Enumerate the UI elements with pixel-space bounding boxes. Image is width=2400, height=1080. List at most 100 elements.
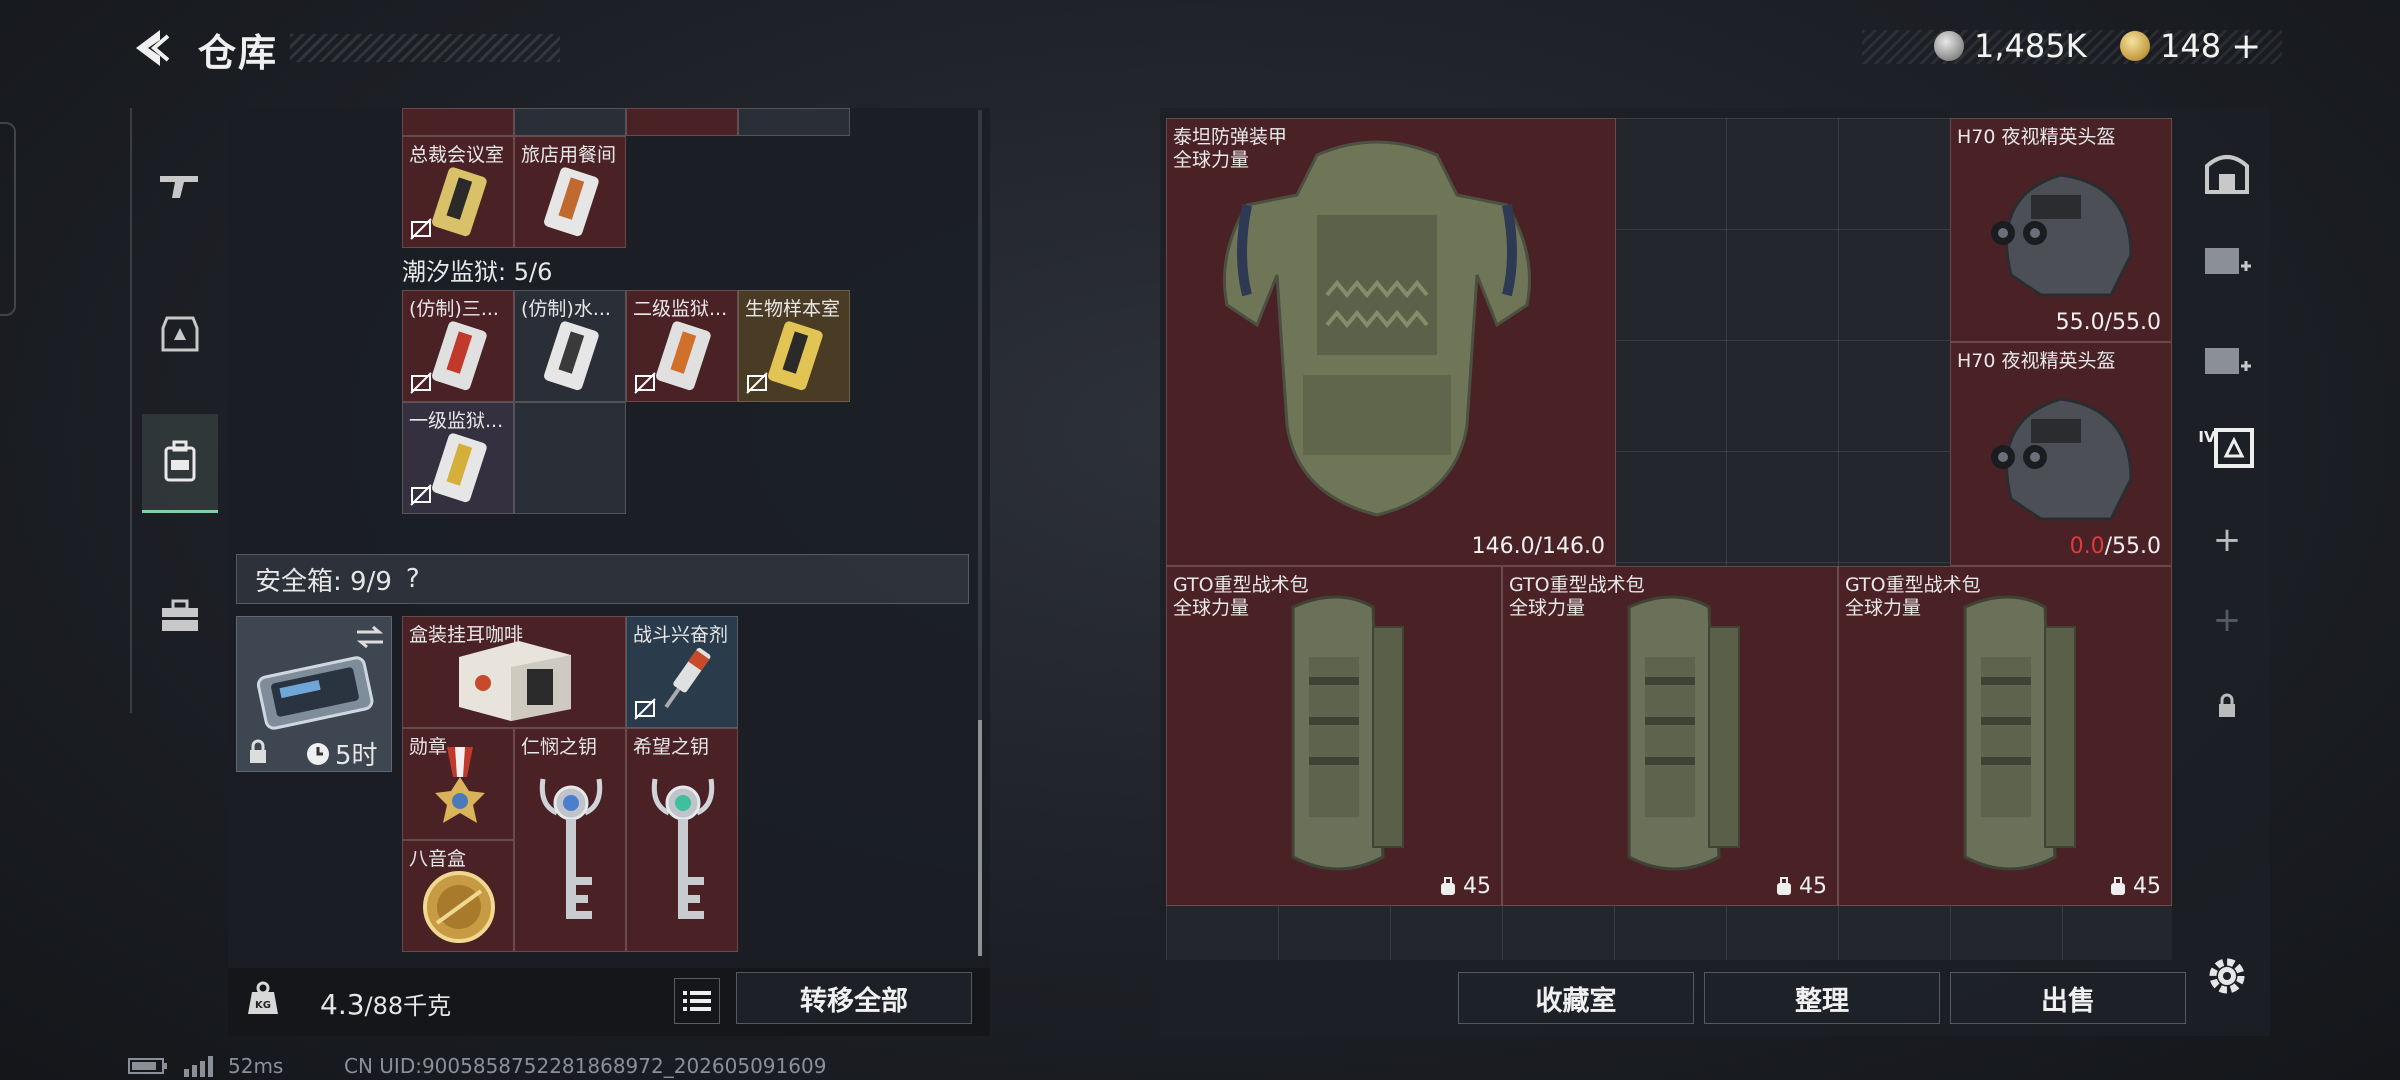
item-name: 战斗兴奋剂 xyxy=(633,624,729,646)
safebox-label: 安全箱: 9/9 xyxy=(255,566,392,597)
armor-item[interactable]: 泰坦防弹装甲 全球力量 146.0/146.0 xyxy=(1166,118,1616,566)
inventory-scrollbar-thumb[interactable] xyxy=(978,720,982,956)
ping-value: 52ms xyxy=(228,1054,284,1078)
key-item[interactable]: 仁悯之钥 xyxy=(514,728,626,952)
bag-capacity-icon xyxy=(2111,876,2125,895)
settings-button[interactable] xyxy=(2190,936,2264,1016)
item-name: H70 夜视精英头盔 xyxy=(1957,350,2116,372)
medal-item[interactable]: 勋章 xyxy=(402,728,514,840)
keycard-item[interactable]: (仿制)水... xyxy=(514,290,626,402)
bag-capacity-value: 45 xyxy=(2133,874,2161,899)
item-name: 希望之钥 xyxy=(633,736,710,758)
signal-icon xyxy=(184,1056,213,1077)
gold-amount: 148 xyxy=(2160,27,2222,65)
lock-icon xyxy=(250,739,266,763)
page-title: 仓库 xyxy=(198,31,279,75)
no-trade-icon xyxy=(746,372,768,394)
item-name: H70 夜视精英头盔 xyxy=(1957,126,2116,148)
tab-armor[interactable] xyxy=(142,286,218,382)
backpack-item[interactable]: GTO重型战术包 全球力量 45 xyxy=(1838,566,2172,906)
safebox-container[interactable]: 5时 xyxy=(236,616,392,772)
armor-durability: 146.0/146.0 xyxy=(1471,534,1605,559)
collection-room-button[interactable]: 收藏室 xyxy=(1458,972,1694,1024)
gun-icon xyxy=(160,176,198,198)
tab-backpack[interactable] xyxy=(142,414,218,513)
keycard-item[interactable]: (仿制)三... xyxy=(402,290,514,402)
keycard-item[interactable]: 旅店用餐间 xyxy=(514,136,626,248)
tactical-backpack-icon xyxy=(1963,595,2076,871)
helmet-item[interactable]: H70 夜视精英头盔 55.0/55.0 xyxy=(1950,118,2172,342)
keycard-icon xyxy=(432,321,487,391)
storage-tool-column: IV + + xyxy=(2190,118,2264,1018)
gear-icon xyxy=(2209,958,2245,994)
item-name: 一级监狱... xyxy=(409,410,504,432)
vault-icon xyxy=(2205,155,2249,194)
safebox-tier-icon xyxy=(2213,428,2254,468)
add-gold-button[interactable]: + xyxy=(2231,26,2261,67)
backpack-item[interactable]: GTO重型战术包 全球力量 45 xyxy=(1166,566,1502,906)
transfer-all-button[interactable]: 转移全部 xyxy=(736,972,972,1024)
helmet-item[interactable]: H70 夜视精英头盔 0.0/55.0 xyxy=(1950,342,2172,566)
section-label-tidal-prison: 潮汐监狱: 5/6 xyxy=(402,258,553,286)
item-cell-clipped[interactable] xyxy=(738,108,850,136)
item-cell-clipped[interactable] xyxy=(626,108,738,136)
sell-button[interactable]: 出售 xyxy=(1950,972,2186,1024)
expand-storage-button[interactable] xyxy=(2190,218,2264,298)
status-bar: 52ms xyxy=(128,1054,283,1078)
tab-misc[interactable] xyxy=(142,568,218,664)
item-faction: 全球力量 xyxy=(1845,597,1922,619)
storage-overview-button[interactable] xyxy=(2190,134,2264,214)
no-trade-icon xyxy=(410,218,432,240)
item-cell-clipped[interactable] xyxy=(514,108,626,136)
gold-currency[interactable]: 148 + xyxy=(2120,24,2261,68)
keycard-icon xyxy=(544,167,599,237)
keycard-icon xyxy=(432,433,487,503)
expand-storage-button[interactable] xyxy=(2190,318,2264,398)
safebox-tier-button[interactable]: IV xyxy=(2190,408,2264,488)
back-button[interactable] xyxy=(128,26,172,70)
keycard-item[interactable]: 一级监狱... xyxy=(402,402,514,514)
body-armor-icon xyxy=(1223,140,1531,517)
helmet-durability-max: /55.0 xyxy=(2104,534,2161,559)
helmet-durability: 55.0/55.0 xyxy=(2055,310,2161,335)
tab-weapons[interactable] xyxy=(142,138,218,234)
keycard-item[interactable]: 总裁会议室 xyxy=(402,136,514,248)
night-vision-helmet-icon xyxy=(1991,173,2133,297)
bag-capacity-value: 45 xyxy=(1463,874,1491,899)
swap-icon xyxy=(356,625,384,649)
bag-capacity: 45 xyxy=(1775,874,1827,899)
silver-currency: 1,485K xyxy=(1934,24,2087,68)
silver-coin-icon xyxy=(1934,31,1964,61)
key-item[interactable]: 希望之钥 xyxy=(626,728,738,952)
helmet-durability: 0.0/55.0 xyxy=(2070,534,2161,559)
ornate-key-icon xyxy=(651,778,715,919)
coffee-box-item[interactable]: 盒装挂耳咖啡 xyxy=(402,616,626,728)
safebox-header: 安全箱: 9/9 ? xyxy=(236,554,969,604)
backpack-item[interactable]: GTO重型战术包 全球力量 45 xyxy=(1502,566,1838,906)
empty-slot[interactable] xyxy=(514,402,626,514)
battery-icon xyxy=(128,1058,167,1074)
add-slot-button[interactable]: + xyxy=(2190,580,2264,660)
keycard-item[interactable]: 二级监狱... xyxy=(626,290,738,402)
keycard-icon xyxy=(768,321,823,391)
keycard-icon xyxy=(656,321,711,391)
tactical-backpack-icon xyxy=(1291,595,1404,871)
sort-button[interactable]: 整理 xyxy=(1704,972,1940,1024)
item-name: 总裁会议室 xyxy=(409,144,505,166)
no-trade-icon xyxy=(410,484,432,506)
weight-current: 4.3 xyxy=(320,988,365,1021)
list-view-button[interactable] xyxy=(674,978,720,1024)
side-drawer-handle[interactable] xyxy=(0,122,16,316)
svg-text:KG: KG xyxy=(255,1000,271,1011)
stimulant-item[interactable]: 战斗兴奋剂 xyxy=(626,616,738,728)
night-vision-helmet-icon xyxy=(1991,397,2133,521)
safebox-timer-text: 5时 xyxy=(335,741,378,771)
bag-capacity: 45 xyxy=(2109,874,2161,899)
add-slot-button[interactable]: + xyxy=(2190,500,2264,580)
music-box-item[interactable]: 八音盒 xyxy=(402,840,514,952)
item-cell-clipped[interactable] xyxy=(402,108,514,136)
item-name: (仿制)三... xyxy=(409,298,499,320)
keycard-item[interactable]: 生物样本室 xyxy=(738,290,850,402)
safebox-help-button[interactable]: ? xyxy=(406,564,420,594)
no-trade-icon xyxy=(410,372,432,394)
